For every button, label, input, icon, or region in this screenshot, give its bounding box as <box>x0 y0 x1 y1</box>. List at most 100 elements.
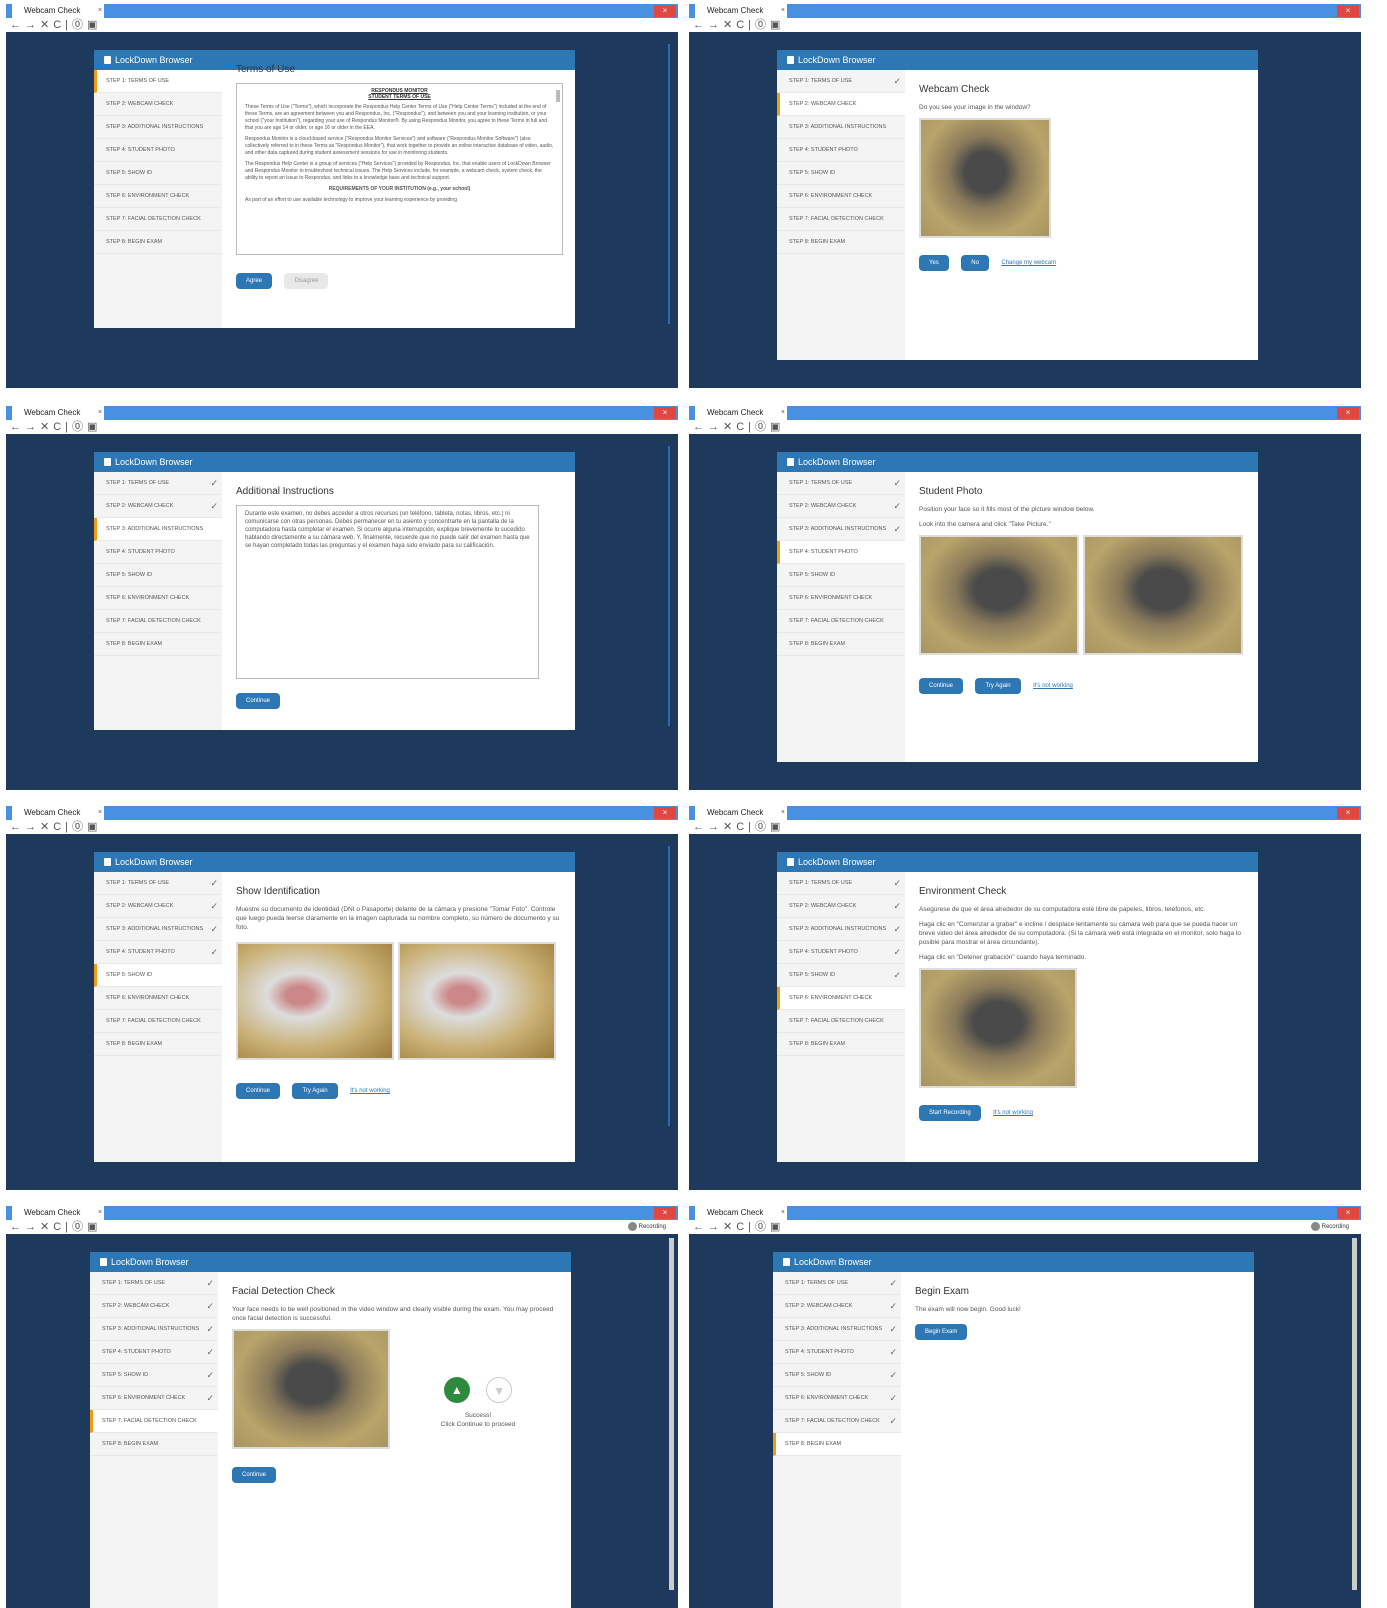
step-item[interactable]: STEP 7: FACIAL DETECTION CHECK <box>94 610 222 633</box>
forward-icon[interactable]: → <box>25 19 36 31</box>
terms-textbox[interactable]: RESPONDUS MONITOR STUDENT TERMS OF USE T… <box>236 83 563 255</box>
browser-tab[interactable]: Webcam Check × <box>695 1206 787 1220</box>
stop-icon[interactable]: ✕ <box>40 821 49 833</box>
no-button[interactable]: No <box>961 255 989 271</box>
scrollbar[interactable] <box>1352 1238 1357 1590</box>
step-item[interactable]: STEP 3: ADDITIONAL INSTRUCTIONS <box>94 518 222 541</box>
step-item[interactable]: STEP 2: WEBCAM CHECK <box>94 93 222 116</box>
step-item[interactable]: STEP 5: SHOW ID <box>94 564 222 587</box>
step-item[interactable]: STEP 3: ADDITIONAL INSTRUCTIONS ✓ <box>777 518 905 541</box>
step-item[interactable]: STEP 3: ADDITIONAL INSTRUCTIONS ✓ <box>777 918 905 941</box>
step-item[interactable]: STEP 4: STUDENT PHOTO ✓ <box>777 941 905 964</box>
step-item[interactable]: STEP 7: FACIAL DETECTION CHECK <box>90 1410 218 1433</box>
back-icon[interactable]: ← <box>693 821 704 833</box>
step-item[interactable]: STEP 5: SHOW ID <box>777 162 905 185</box>
step-item[interactable]: STEP 8: BEGIN EXAM <box>94 231 222 254</box>
info-icon[interactable]: ⓪ <box>72 421 83 433</box>
stop-icon[interactable]: ✕ <box>723 1221 732 1233</box>
step-item[interactable]: STEP 8: BEGIN EXAM <box>94 633 222 656</box>
step-item[interactable]: STEP 6: ENVIRONMENT CHECK <box>94 587 222 610</box>
forward-icon[interactable]: → <box>708 421 719 433</box>
change-webcam-link[interactable]: Change my webcam <box>1001 260 1056 266</box>
reload-icon[interactable]: C <box>53 421 61 433</box>
browser-tab[interactable]: Webcam Check × <box>12 806 104 820</box>
step-item[interactable]: STEP 7: FACIAL DETECTION CHECK <box>777 208 905 231</box>
tab-close-icon[interactable]: × <box>781 806 785 820</box>
step-item[interactable]: STEP 7: FACIAL DETECTION CHECK ✓ <box>773 1410 901 1433</box>
step-item[interactable]: STEP 5: SHOW ID <box>94 964 222 987</box>
try-again-button[interactable]: Try Again <box>975 678 1021 694</box>
page-icon[interactable]: ▣ <box>87 1221 97 1233</box>
step-item[interactable]: STEP 2: WEBCAM CHECK ✓ <box>773 1295 901 1318</box>
tab-close-icon[interactable]: × <box>98 1206 102 1220</box>
stop-icon[interactable]: ✕ <box>723 821 732 833</box>
step-item[interactable]: STEP 2: WEBCAM CHECK ✓ <box>94 495 222 518</box>
step-item[interactable]: STEP 6: ENVIRONMENT CHECK <box>777 987 905 1010</box>
tab-close-icon[interactable]: × <box>98 406 102 420</box>
step-item[interactable]: STEP 4: STUDENT PHOTO <box>777 541 905 564</box>
step-item[interactable]: STEP 4: STUDENT PHOTO ✓ <box>94 941 222 964</box>
continue-button[interactable]: Continue <box>236 1083 281 1099</box>
window-close-button[interactable]: × <box>1337 807 1359 819</box>
stop-icon[interactable]: ✕ <box>40 19 49 31</box>
forward-icon[interactable]: → <box>25 821 36 833</box>
reload-icon[interactable]: C <box>53 821 61 833</box>
step-item[interactable]: STEP 1: TERMS OF USE ✓ <box>777 472 905 495</box>
step-item[interactable]: STEP 3: ADDITIONAL INSTRUCTIONS ✓ <box>773 1318 901 1341</box>
step-item[interactable]: STEP 7: FACIAL DETECTION CHECK <box>777 610 905 633</box>
page-icon[interactable]: ▣ <box>87 421 97 433</box>
not-working-link[interactable]: It's not working <box>993 1110 1033 1116</box>
page-icon[interactable]: ▣ <box>87 19 97 31</box>
not-working-link[interactable]: It's not working <box>350 1088 390 1094</box>
tab-close-icon[interactable]: × <box>98 806 102 820</box>
step-item[interactable]: STEP 8: BEGIN EXAM <box>773 1433 901 1456</box>
reload-icon[interactable]: C <box>53 1221 61 1233</box>
step-item[interactable]: STEP 1: TERMS OF USE ✓ <box>94 472 222 495</box>
page-icon[interactable]: ▣ <box>770 821 780 833</box>
step-item[interactable]: STEP 2: WEBCAM CHECK ✓ <box>94 895 222 918</box>
step-item[interactable]: STEP 2: WEBCAM CHECK <box>777 93 905 116</box>
step-item[interactable]: STEP 8: BEGIN EXAM <box>777 633 905 656</box>
info-icon[interactable]: ⓪ <box>755 19 766 31</box>
step-item[interactable]: STEP 5: SHOW ID <box>94 162 222 185</box>
info-icon[interactable]: ⓪ <box>755 1221 766 1233</box>
info-icon[interactable]: ⓪ <box>755 421 766 433</box>
tab-close-icon[interactable]: × <box>781 4 785 18</box>
forward-icon[interactable]: → <box>25 421 36 433</box>
step-item[interactable]: STEP 8: BEGIN EXAM <box>777 1033 905 1056</box>
page-icon[interactable]: ▣ <box>87 821 97 833</box>
step-item[interactable]: STEP 1: TERMS OF USE ✓ <box>773 1272 901 1295</box>
back-icon[interactable]: ← <box>693 421 704 433</box>
step-item[interactable]: STEP 3: ADDITIONAL INSTRUCTIONS ✓ <box>90 1318 218 1341</box>
step-item[interactable]: STEP 2: WEBCAM CHECK ✓ <box>777 495 905 518</box>
tab-close-icon[interactable]: × <box>781 1206 785 1220</box>
back-icon[interactable]: ← <box>10 821 21 833</box>
tab-close-icon[interactable]: × <box>98 4 102 18</box>
instructions-textbox[interactable]: Durante este examen, no debes acceder a … <box>236 505 539 679</box>
reload-icon[interactable]: C <box>736 1221 744 1233</box>
step-item[interactable]: STEP 4: STUDENT PHOTO <box>94 139 222 162</box>
back-icon[interactable]: ← <box>10 19 21 31</box>
forward-icon[interactable]: → <box>708 1221 719 1233</box>
step-item[interactable]: STEP 4: STUDENT PHOTO ✓ <box>90 1341 218 1364</box>
scrollbar[interactable] <box>669 1238 674 1590</box>
browser-tab[interactable]: Webcam Check × <box>695 4 787 18</box>
continue-button[interactable]: Continue <box>236 693 281 709</box>
continue-button[interactable]: Continue <box>919 678 964 694</box>
step-item[interactable]: STEP 8: BEGIN EXAM <box>777 231 905 254</box>
info-icon[interactable]: ⓪ <box>72 19 83 31</box>
forward-icon[interactable]: → <box>708 821 719 833</box>
browser-tab[interactable]: Webcam Check × <box>12 4 104 18</box>
tab-close-icon[interactable]: × <box>781 406 785 420</box>
step-item[interactable]: STEP 4: STUDENT PHOTO <box>777 139 905 162</box>
step-item[interactable]: STEP 8: BEGIN EXAM <box>94 1033 222 1056</box>
stop-icon[interactable]: ✕ <box>723 19 732 31</box>
back-icon[interactable]: ← <box>10 1221 21 1233</box>
window-close-button[interactable]: × <box>654 807 676 819</box>
step-item[interactable]: STEP 2: WEBCAM CHECK ✓ <box>90 1295 218 1318</box>
step-item[interactable]: STEP 1: TERMS OF USE ✓ <box>777 872 905 895</box>
step-item[interactable]: STEP 2: WEBCAM CHECK ✓ <box>777 895 905 918</box>
window-close-button[interactable]: × <box>654 1207 676 1219</box>
step-item[interactable]: STEP 4: STUDENT PHOTO <box>94 541 222 564</box>
window-close-button[interactable]: × <box>1337 1207 1359 1219</box>
